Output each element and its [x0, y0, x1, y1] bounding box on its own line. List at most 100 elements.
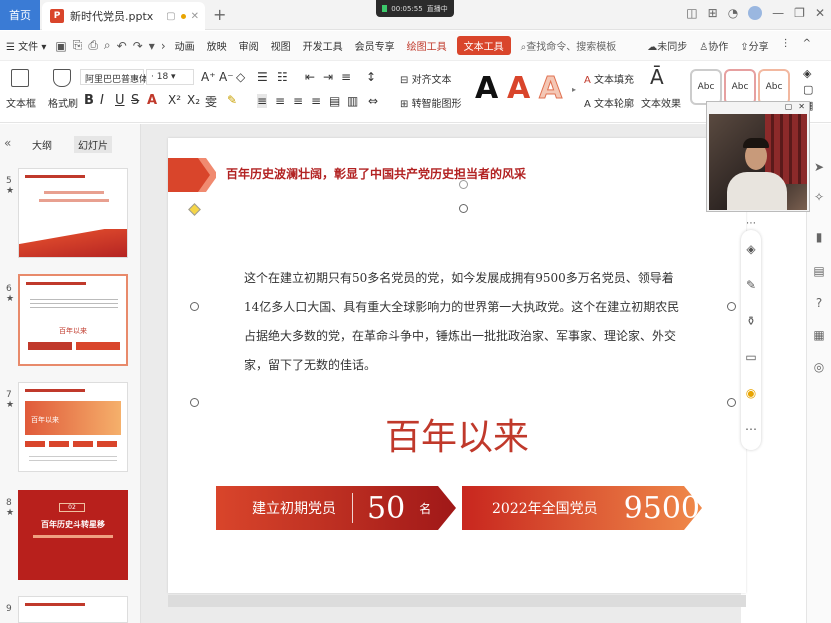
- user-avatar[interactable]: [748, 6, 763, 20]
- smart-art-button[interactable]: ⊞ 转智能图形: [400, 95, 462, 110]
- resize-handle-top[interactable]: [459, 204, 468, 213]
- menu-drawing-tools[interactable]: 绘图工具: [401, 38, 453, 53]
- text-effect-label[interactable]: 文本效果: [641, 95, 681, 110]
- bold-button[interactable]: B: [84, 93, 94, 108]
- save-icon[interactable]: ▣: [52, 39, 69, 53]
- fill-icon[interactable]: ◈: [803, 67, 811, 80]
- slide-big-title[interactable]: 百年以来: [168, 408, 746, 460]
- lightbulb-icon[interactable]: ◉: [741, 386, 761, 400]
- meeting-indicator[interactable]: 00:05:55 直播中: [376, 0, 454, 17]
- minimize-icon[interactable]: —: [772, 6, 784, 20]
- align-right-icon[interactable]: ≡: [293, 94, 303, 108]
- menu-developer[interactable]: 开发工具: [297, 38, 349, 53]
- bell-icon[interactable]: ◔: [728, 6, 738, 20]
- shape-style-3[interactable]: Abc: [758, 69, 790, 105]
- resize-handle-right[interactable]: [727, 302, 736, 311]
- cursor-icon[interactable]: ➤: [812, 160, 826, 174]
- template-icon[interactable]: ▦: [812, 328, 826, 342]
- more-options-icon[interactable]: ⋯: [741, 218, 761, 229]
- outline-icon[interactable]: ▢: [803, 83, 813, 96]
- line-spacing-icon[interactable]: ≡: [341, 70, 351, 84]
- more-chevron-icon[interactable]: ›: [158, 39, 169, 53]
- apps-grid-icon[interactable]: ⊞: [708, 6, 718, 20]
- italic-button[interactable]: I: [100, 93, 104, 108]
- settings-icon[interactable]: ◎: [812, 360, 826, 374]
- menu-text-tools[interactable]: 文本工具: [456, 36, 511, 55]
- text-direction-icon[interactable]: ↕: [366, 70, 376, 84]
- unsynced-button[interactable]: ☁未同步: [647, 38, 687, 53]
- distribute-icon[interactable]: ▤: [329, 94, 340, 108]
- resize-handle-bottom-left[interactable]: [190, 398, 199, 407]
- redo-icon[interactable]: ↷: [130, 39, 146, 53]
- superscript-button[interactable]: X²: [168, 93, 181, 107]
- more-menu-icon[interactable]: ⋮: [781, 38, 791, 53]
- fill-bucket-icon[interactable]: ⚱: [741, 314, 761, 328]
- menu-view[interactable]: 视图: [265, 38, 297, 53]
- close-tab-icon[interactable]: ✕: [191, 11, 199, 22]
- text-style-red[interactable]: A: [507, 71, 530, 106]
- shrink-font-icon[interactable]: A⁻: [219, 70, 234, 84]
- rotate-handle-icon[interactable]: [459, 180, 468, 189]
- share-button[interactable]: ⇪分享: [740, 38, 768, 53]
- text-spacing-icon[interactable]: ⇔: [368, 94, 378, 108]
- highlight-button[interactable]: ✎: [227, 93, 237, 107]
- numbering-icon[interactable]: ☷: [277, 70, 288, 84]
- text-fill-button[interactable]: A 文本填充: [584, 71, 634, 86]
- text-style-black[interactable]: A: [475, 71, 498, 106]
- font-name-select[interactable]: 阿里巴巴普惠体: [80, 69, 148, 85]
- decrease-indent-icon[interactable]: ⇤: [305, 70, 315, 84]
- format-painter-label[interactable]: 格式刷: [48, 95, 78, 110]
- menu-slideshow[interactable]: 放映: [201, 38, 233, 53]
- text-style-outline[interactable]: A: [538, 71, 562, 107]
- collapse-ribbon-icon[interactable]: ^: [803, 38, 811, 53]
- webcam-close-icon[interactable]: ✕: [798, 102, 805, 113]
- menu-review[interactable]: 审阅: [233, 38, 265, 53]
- text-outline-button[interactable]: A 文本轮廓: [584, 95, 634, 110]
- bullets-icon[interactable]: ☰: [257, 70, 268, 84]
- shape-style-2[interactable]: Abc: [724, 69, 756, 105]
- shape-style-1[interactable]: Abc: [690, 69, 722, 105]
- slide-thumb-8[interactable]: 02 百年历史斗转星移: [18, 490, 128, 580]
- menu-member[interactable]: 会员专享: [349, 38, 401, 53]
- print-icon[interactable]: ⎙: [85, 38, 101, 53]
- font-size-select[interactable]: · 18 ▾: [146, 69, 194, 85]
- slide-thumb-7[interactable]: 百年以来: [18, 382, 128, 472]
- text-style-more-icon[interactable]: ▸: [572, 85, 576, 94]
- subscript-button[interactable]: X₂: [187, 93, 200, 107]
- pen-icon[interactable]: ✎: [741, 278, 761, 292]
- help-icon[interactable]: ?: [812, 296, 826, 310]
- align-text-button[interactable]: ⊟ 对齐文本: [400, 71, 452, 86]
- webcam-overlay[interactable]: ▢ ✕: [706, 101, 810, 212]
- menu-animation[interactable]: 动画: [169, 38, 201, 53]
- tab-slides[interactable]: 幻灯片: [74, 136, 112, 153]
- tab-status-icon[interactable]: ▢: [166, 11, 175, 22]
- clear-format-icon[interactable]: ◇: [236, 70, 245, 84]
- restore-icon[interactable]: ❐: [794, 6, 805, 20]
- preview-icon[interactable]: ⌕: [101, 38, 114, 53]
- layers-icon[interactable]: ◈: [741, 242, 761, 256]
- format-painter-icon[interactable]: [53, 69, 71, 87]
- underline-button[interactable]: U: [115, 93, 125, 108]
- justify-icon[interactable]: ≡: [311, 94, 321, 108]
- char-spacing-button[interactable]: 雯: [205, 93, 217, 110]
- close-window-icon[interactable]: ✕: [815, 6, 825, 20]
- collapse-pane-icon[interactable]: «: [4, 136, 11, 150]
- frame-icon[interactable]: ▭: [741, 350, 761, 364]
- adjust-handle-icon[interactable]: [188, 203, 201, 216]
- scroll-handle-icon[interactable]: ▮: [812, 230, 826, 244]
- more-dropdown-icon[interactable]: ▾: [146, 39, 158, 53]
- stat-box-2[interactable]: 2022年全国党员 9500 万名: [462, 486, 734, 530]
- undo-icon[interactable]: ↶: [114, 39, 130, 53]
- font-color-button[interactable]: A: [147, 93, 157, 108]
- align-left-icon[interactable]: ≡: [257, 94, 268, 108]
- slide-heading[interactable]: 百年历史波澜壮阔，彰显了中国共产党历史担当者的风采: [226, 165, 526, 182]
- slide-paragraph[interactable]: 这个在建立初期只有50多名党员的党，如今发展成拥有9500多万名党员、领导着14…: [244, 264, 684, 380]
- strikethrough-button[interactable]: S: [131, 93, 139, 108]
- grow-font-icon[interactable]: A⁺: [201, 70, 216, 84]
- slide-thumb-6[interactable]: 百年以来: [18, 274, 128, 366]
- resize-handle-bottom-right[interactable]: [727, 398, 736, 407]
- resize-handle-left[interactable]: [190, 302, 199, 311]
- home-tab[interactable]: 首页: [0, 0, 40, 30]
- add-tab-button[interactable]: +: [213, 5, 226, 24]
- tab-outline[interactable]: 大纲: [28, 136, 56, 153]
